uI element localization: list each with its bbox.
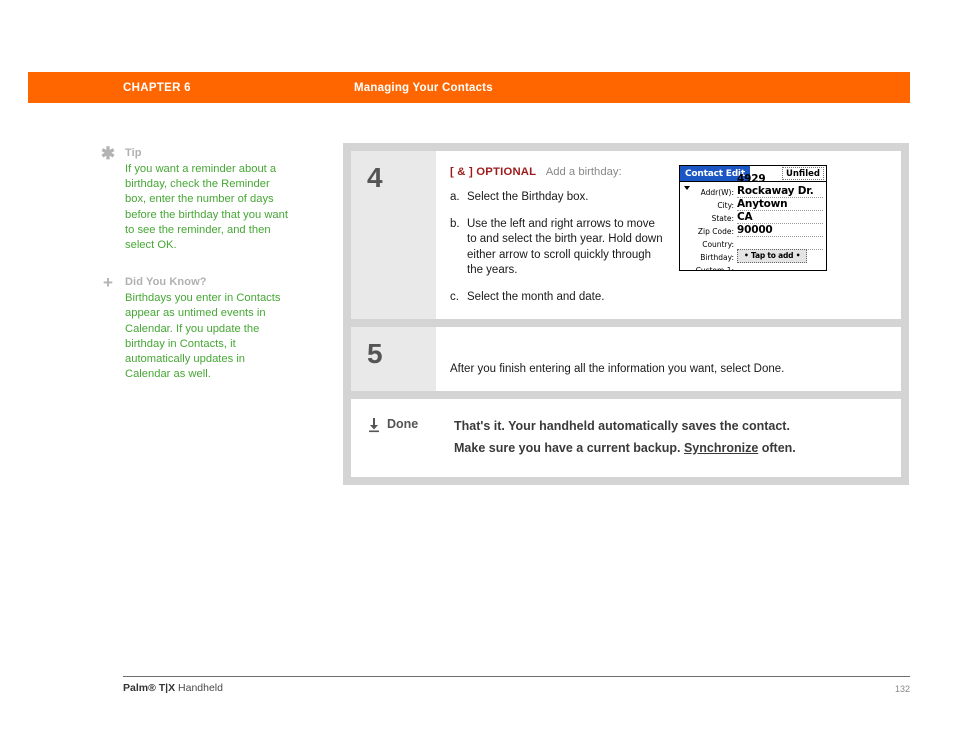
palm-field-label: Country: [702,240,734,249]
tip-text: If you want a reminder about a birthday,… [125,163,288,252]
plus-icon: + [103,273,113,293]
substep-a: a. Select the Birthday box. [450,190,665,206]
palm-field-value[interactable]: Anytown [737,198,823,211]
substep-letter: a. [450,191,460,203]
substep-text: Select the Birthday box. [467,191,589,203]
substep-text: Use the left and right arrows to move to… [467,217,663,277]
step-number: 5 [367,338,383,369]
palm-field-label: Addr(W): [700,188,734,197]
done-row: Done That's it. Your handheld automatica… [351,399,901,477]
palm-field-custom-1[interactable]: Custom 1: [683,263,823,271]
page-number: 132 [894,684,910,694]
tip-block-did-you-know: + Did You Know? Birthdays you enter in C… [100,273,290,382]
synchronize-link[interactable]: Synchronize [684,441,758,455]
done-line-1: That's it. Your handheld automatically s… [454,419,790,433]
did-you-know-text: Birthdays you enter in Contacts appear a… [125,292,281,381]
footer-product-bold: Palm® T|X [123,682,176,694]
substep-letter: b. [450,217,460,230]
done-line-2-after: often. [758,441,796,455]
step-5-text: After you finish entering all the inform… [450,363,785,375]
footer-product-name: Palm® T|X Handheld [123,682,223,694]
step-row-4: 4 [ & ] OPTIONAL Add a birthday: a. Sele… [351,151,901,319]
palm-field-label: Custom 1: [695,266,734,271]
step-content-5: After you finish entering all the inform… [436,327,901,391]
palm-field-value[interactable]: 90000 [737,224,823,237]
optional-tag: [ & ] OPTIONAL [450,166,537,178]
optional-description: Add a birthday: [545,166,622,178]
substep-b: b. Use the left and right arrows to move… [450,217,665,279]
did-you-know-heading: Did You Know? [125,276,207,289]
sidebar-tips: ✱ Tip If you want a reminder about a bir… [100,144,290,404]
palm-field-city[interactable]: City: Anytown [683,198,823,211]
palm-contact-edit-screen: Contact Edit Unfiled Addr(W): 4929 Rocka… [679,165,827,271]
palm-field-label: Birthday: [700,253,734,262]
done-label: Done [387,417,419,431]
palm-address-caret-icon[interactable] [684,186,690,190]
palm-field-birthday[interactable]: Birthday: • Tap to add • [683,249,823,263]
asterisk-icon: ✱ [100,144,116,163]
steps-panel: 4 [ & ] OPTIONAL Add a birthday: a. Sele… [343,143,909,485]
step-number: 4 [367,162,383,193]
palm-field-value[interactable]: CA [737,211,823,224]
palm-field-value[interactable]: 4929 Rockaway Dr. [737,173,823,198]
substep-text: Select the month and date. [467,290,605,303]
tip-heading: Tip [125,147,142,159]
tip-block-tip: ✱ Tip If you want a reminder about a bir… [100,144,290,253]
step-4-instructions: [ & ] OPTIONAL Add a birthday: a. Select… [450,165,665,305]
palm-screenshot-figure: Contact Edit Unfiled Addr(W): 4929 Rocka… [665,165,887,305]
palm-field-label: City: [717,201,734,210]
step-content-4: [ & ] OPTIONAL Add a birthday: a. Select… [436,151,901,319]
substep-letter: c. [450,290,459,303]
done-label-cell: Done [367,415,452,459]
chapter-header-bar: CHAPTER 6 Managing Your Contacts [28,72,910,103]
palm-field-state[interactable]: State: CA [683,211,823,224]
palm-field-list: Addr(W): 4929 Rockaway Dr. City: Anytown… [680,173,826,271]
palm-field-label: Zip Code: [697,227,734,236]
palm-field-zip-code[interactable]: Zip Code: 90000 [683,224,823,237]
palm-field-label: State: [711,214,734,223]
footer-product-rest: Handheld [175,682,223,694]
substep-c: c. Select the month and date. [450,290,665,306]
palm-field-addr-w[interactable]: Addr(W): 4929 Rockaway Dr. [683,173,823,198]
step-number-cell: 4 [351,151,436,319]
palm-field-value-wrap: • Tap to add • [737,249,823,263]
chapter-label: CHAPTER 6 [123,81,191,94]
done-text: That's it. Your handheld automatically s… [452,415,887,459]
step-number-cell: 5 [351,327,436,391]
footer-divider [123,676,910,677]
download-arrow-icon [369,418,379,433]
optional-line: [ & ] OPTIONAL Add a birthday: [450,165,665,180]
step-row-5: 5 After you finish entering all the info… [351,327,901,391]
palm-birthday-tap-to-add-button[interactable]: • Tap to add • [737,249,808,263]
done-line-2-before: Make sure you have a current backup. [454,441,684,455]
chapter-title: Managing Your Contacts [354,81,493,94]
